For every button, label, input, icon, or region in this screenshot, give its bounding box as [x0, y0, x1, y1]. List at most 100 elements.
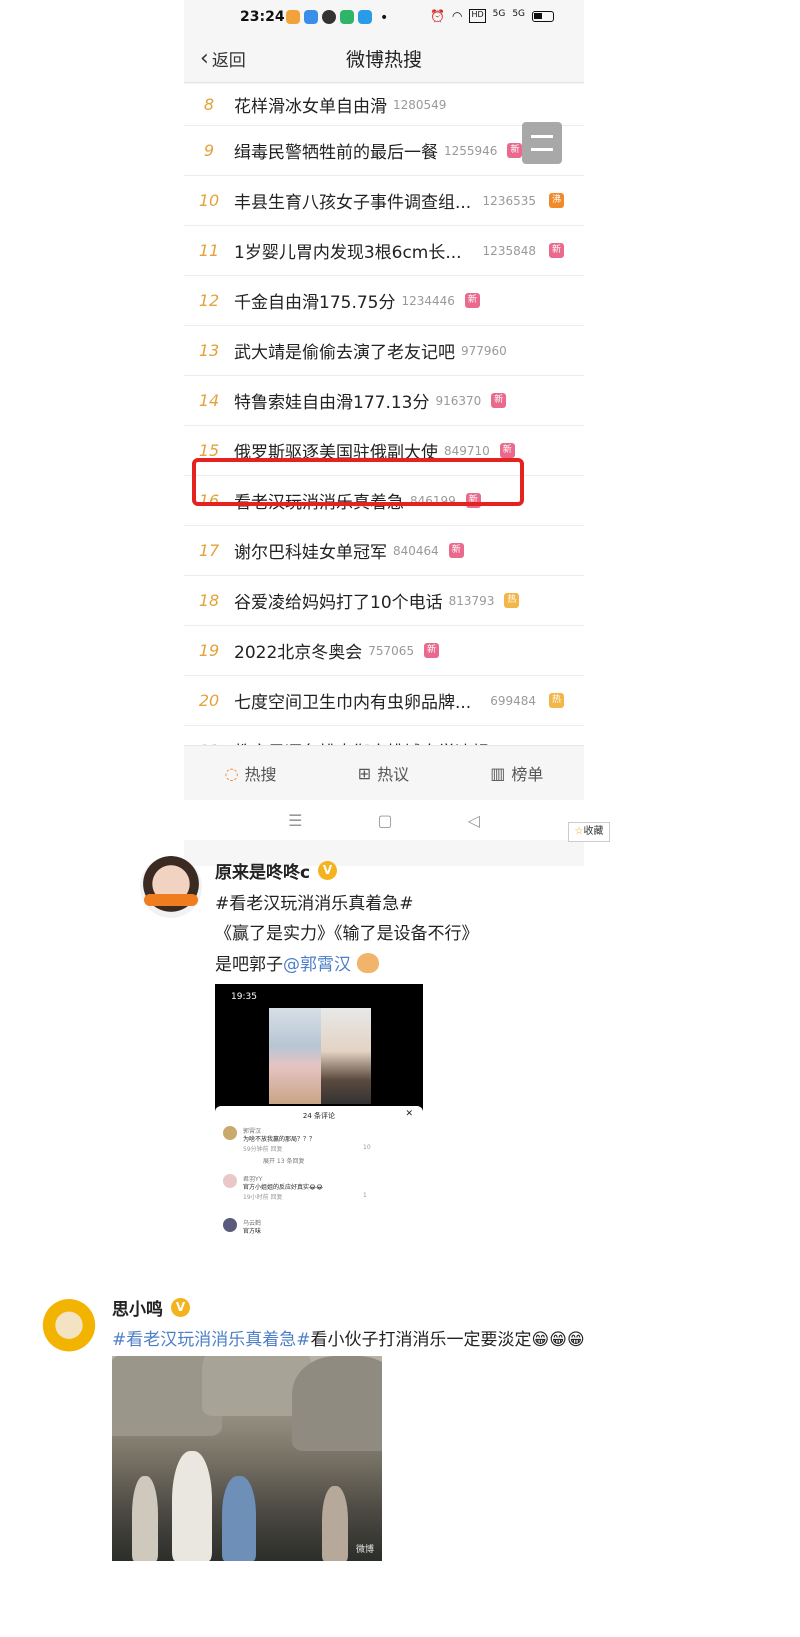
post-photo[interactable]: 微博 — [112, 1356, 382, 1561]
app-notification-icon — [358, 10, 372, 24]
rank-number: 11 — [198, 241, 220, 260]
badge-new: 新 — [507, 143, 523, 158]
menu-line — [531, 135, 553, 138]
topic-count: 977960 — [461, 343, 507, 358]
topic-title: 七度空间卫生巾内有虫卵品牌... — [234, 693, 472, 713]
hashtag-link[interactable]: #看老汉玩消消乐真着急# — [215, 889, 414, 914]
list-item[interactable]: 13 武大靖是偷偷去演了老友记吧 977960 — [184, 326, 584, 376]
comment-meta: 59分钟前 回复 — [243, 1146, 283, 1153]
hashtag-link[interactable]: #看老汉玩消消乐真着急# — [112, 1330, 311, 1350]
topic-count: 699484 — [490, 694, 536, 708]
topic-count: 757065 — [368, 643, 415, 658]
app-notification-icon — [304, 10, 318, 24]
discuss-icon: ⊞ — [357, 763, 372, 783]
tab-rankings[interactable]: ▥ 榜单 — [490, 761, 543, 785]
list-item[interactable]: 17 谢尔巴科娃女单冠军 840464 新 — [184, 526, 584, 576]
tab-label: 榜单 — [511, 765, 544, 784]
topic-title: 谷爱凌给妈妈打了10个电话 — [234, 593, 443, 613]
verified-badge-icon: V — [171, 1298, 190, 1317]
back-icon[interactable]: ◁ — [468, 811, 480, 830]
rank-number: 20 — [198, 691, 220, 710]
badge-new: 新 — [499, 443, 515, 458]
topic-count: 849710 — [444, 443, 490, 458]
post-text: 看小伙子打消消乐一定要淡定😁😁😁 — [310, 1330, 585, 1350]
list-item[interactable]: 10 丰县生育八孩女子事件调查组... 1236535 沸 — [184, 176, 584, 226]
comment-count-title: 24 条评论 — [302, 1112, 336, 1120]
commenter-avatar — [223, 1218, 237, 1232]
topic-count: 1234446 — [401, 293, 455, 308]
list-item[interactable]: 14 特鲁索娃自由滑177.13分 916370 新 — [184, 376, 584, 426]
topic-title: 花样滑冰女单自由滑 — [234, 97, 387, 117]
rank-number: 19 — [198, 641, 220, 660]
person-shape — [132, 1476, 158, 1561]
list-item[interactable]: 11 1岁婴儿胃内发现3根6cm长... 1235848 新 — [184, 226, 584, 276]
comment-likes: 10 — [363, 1144, 371, 1151]
collect-label: 收藏 — [583, 826, 604, 837]
rank-number: 13 — [198, 341, 220, 360]
person-shape — [172, 1451, 212, 1561]
rank-number: 17 — [198, 541, 220, 560]
topic-title: 缉毒民警牺牲前的最后一餐 — [234, 143, 438, 163]
home-icon[interactable]: ▢ — [377, 811, 392, 830]
alarm-icon: ⏰ — [430, 9, 445, 23]
topic-count: 813793 — [448, 593, 495, 608]
post-author[interactable]: 思小鸣 V — [112, 1295, 190, 1320]
tab-discuss[interactable]: ⊞ 热议 — [358, 761, 409, 785]
floating-menu-button[interactable] — [522, 122, 562, 164]
topic-count: 1255946 — [444, 143, 498, 158]
list-item[interactable]: 12 千金自由滑175.75分 1234446 新 — [184, 276, 584, 326]
battery-icon — [532, 11, 555, 22]
avatar[interactable] — [140, 856, 202, 918]
list-item[interactable]: 19 2022北京冬奥会 757065 新 — [184, 626, 584, 676]
avatar[interactable] — [38, 1293, 100, 1355]
status-bar: 23:24 • ⏰ ◠ HD 5G 5G — [184, 0, 584, 33]
close-icon: ✕ — [405, 1109, 413, 1119]
topic-title: 2022北京冬奥会 — [234, 643, 363, 663]
tab-hot-search[interactable]: ◌ 热搜 — [225, 761, 277, 785]
mention-link[interactable]: @郭霄汉 — [283, 955, 351, 975]
video-thumbnail — [269, 1008, 321, 1104]
list-item[interactable]: 8 花样滑冰女单自由滑 1280549 — [184, 84, 584, 126]
photo-watermark: 微博 — [355, 1545, 374, 1555]
list-item[interactable]: 18 谷爱凌给妈妈打了10个电话 813793 热 — [184, 576, 584, 626]
commenter-avatar — [223, 1174, 237, 1188]
collect-button[interactable]: ☆收藏 — [568, 822, 610, 842]
badge-new: 新 — [491, 393, 507, 408]
wechat-icon — [322, 10, 336, 24]
topic-title: 千金自由滑175.75分 — [234, 293, 396, 313]
page-title: 微博热搜 — [345, 49, 422, 71]
search-icon: ◌ — [224, 763, 239, 783]
badge-hot: 热 — [504, 593, 520, 608]
commenter-avatar — [223, 1126, 237, 1140]
screenshot-time: 19:35 — [231, 992, 257, 1002]
more-dot: • — [380, 10, 389, 26]
bottom-tab-bar: ◌ 热搜 ⊞ 热议 ▥ 榜单 — [184, 745, 584, 800]
topic-title: 特鲁索娃自由滑177.13分 — [234, 393, 430, 413]
menu-icon[interactable]: ☰ — [288, 811, 302, 830]
tab-label: 热议 — [377, 765, 410, 784]
post-text-line: 《赢了是实力》《输了是设备不行》 — [215, 924, 479, 944]
badge-new: 新 — [549, 243, 564, 258]
topic-count: 1235848 — [482, 244, 536, 258]
video-thumbnail — [321, 1008, 371, 1104]
list-item[interactable]: 20 七度空间卫生巾内有虫卵品牌... 699484 热 — [184, 676, 584, 726]
comment-text: 为啥不放我赢的那局？？？ — [243, 1136, 316, 1143]
rank-number: 8 — [203, 95, 215, 114]
chart-icon: ▥ — [490, 763, 506, 783]
topic-title: 武大靖是偷偷去演了老友记吧 — [234, 343, 455, 363]
signal-1: 5G — [492, 9, 506, 19]
status-app-icons: • — [286, 10, 388, 26]
status-time: 23:24 — [240, 9, 285, 25]
nav-bar: ‹ 返回 微博热搜 — [184, 33, 584, 83]
phone-screenshot: 23:24 • ⏰ ◠ HD 5G 5G ‹ 返回 微博热搜 8 花样滑冰女单自… — [184, 0, 584, 866]
post-text-line: 是吧郭子@郭霄汉 — [215, 950, 379, 975]
rank-number: 14 — [198, 391, 220, 410]
person-shape — [222, 1476, 256, 1561]
post-image[interactable]: 19:35 24 条评论 ✕ 郭霄汉 为啥不放我赢的那局？？？ 59分钟前 回复… — [215, 984, 423, 1262]
post-author[interactable]: 原来是咚咚c V — [215, 858, 338, 883]
comment-meta: 19小时前 回复 — [243, 1194, 283, 1201]
cat-emoji-icon — [357, 953, 379, 973]
comment-text: 官方小姐姐的反应好真实😂😂 — [243, 1184, 324, 1191]
username: 原来是咚咚c — [215, 863, 311, 883]
tab-label: 热搜 — [244, 765, 277, 784]
